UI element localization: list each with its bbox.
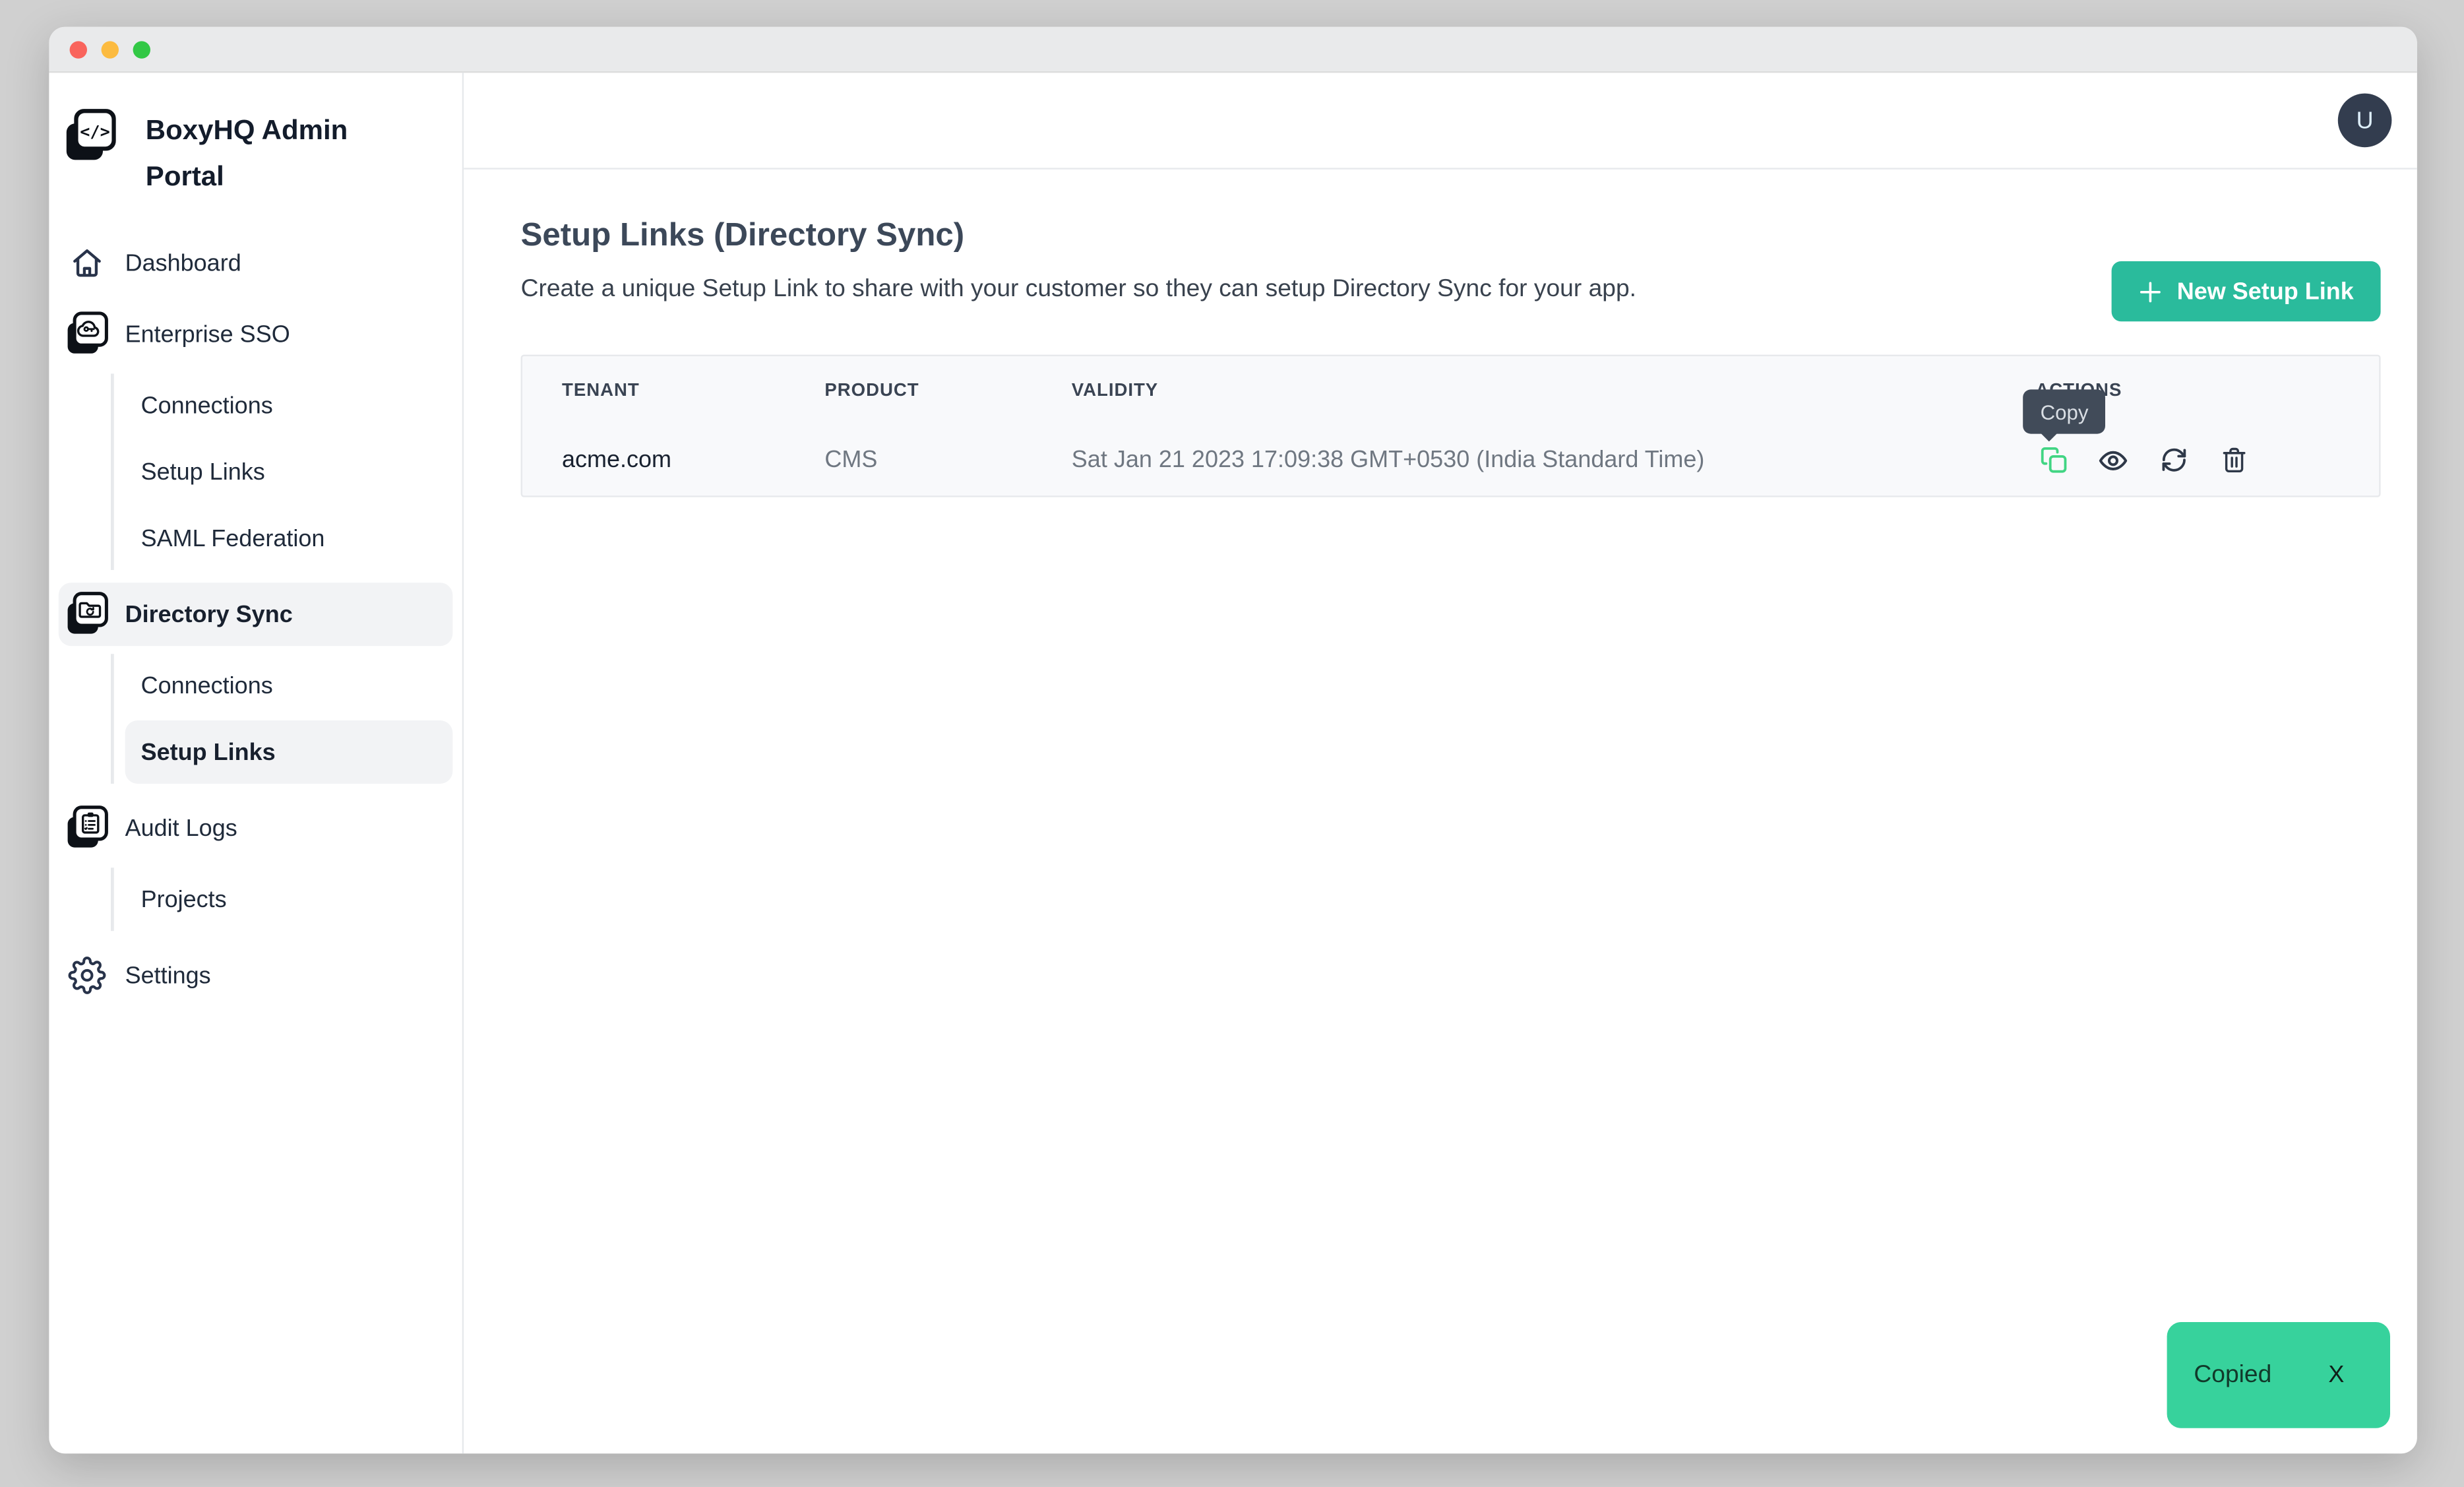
refresh-icon — [2158, 445, 2188, 475]
copy-link-button[interactable] — [2035, 443, 2070, 478]
sidebar-item-label: Audit Logs — [125, 815, 237, 842]
product-cell: CMS — [824, 447, 1071, 474]
sidebar-item-audit-logs[interactable]: Audit Logs — [59, 796, 453, 860]
sidebar-subitem-sso-connections[interactable]: Connections — [125, 373, 453, 437]
toast-close-button[interactable]: X — [2328, 1362, 2344, 1389]
page-title: Setup Links (Directory Sync) — [521, 217, 2381, 255]
minimize-window-button[interactable] — [102, 40, 119, 57]
sidebar: </> BoxyHQ Admin Portal — [49, 73, 464, 1453]
sidebar-item-label: Directory Sync — [125, 601, 293, 628]
sidebar-subitem-sso-setup-links[interactable]: Setup Links — [125, 440, 453, 503]
toast-message: Copied — [2194, 1361, 2271, 1389]
eye-icon — [2097, 444, 2129, 476]
setup-links-table: TENANT PRODUCT VALIDITY ACTIONS acme.com… — [521, 355, 2381, 497]
gear-icon — [65, 957, 109, 995]
validity-cell: Sat Jan 21 2023 17:09:38 GMT+0530 (India… — [1072, 447, 2036, 474]
audit-logs-subgroup: Projects — [111, 868, 452, 931]
boxyhq-logo-icon: </> — [63, 108, 117, 164]
view-link-button[interactable] — [2096, 443, 2131, 478]
window-titlebar — [49, 27, 2417, 73]
sidebar-item-label: Settings — [125, 962, 211, 989]
home-icon — [65, 244, 109, 282]
topbar: U — [464, 73, 2417, 169]
clipboard-list-icon — [65, 804, 109, 852]
row-actions — [2035, 443, 2339, 478]
sidebar-item-directory-sync[interactable]: Directory Sync — [59, 583, 453, 646]
close-window-button[interactable] — [70, 40, 87, 57]
zoom-window-button[interactable] — [133, 40, 150, 57]
screen: </> BoxyHQ Admin Portal — [0, 0, 2464, 1487]
delete-link-button[interactable] — [2216, 443, 2251, 478]
sidebar-subitem-projects[interactable]: Projects — [125, 868, 453, 931]
sso-cloud-key-icon — [65, 310, 109, 358]
page-head: Setup Links (Directory Sync) Create a un… — [521, 217, 2381, 304]
column-header-tenant: TENANT — [562, 381, 824, 400]
folder-sync-icon — [65, 590, 109, 638]
main-area: U Setup Links (Directory Sync) Create a … — [464, 73, 2417, 1453]
column-header-product: PRODUCT — [824, 381, 1071, 400]
sidebar-item-label: Dashboard — [125, 249, 241, 276]
sidebar-item-label: Enterprise SSO — [125, 321, 290, 348]
sidebar-subitem-saml-federation[interactable]: SAML Federation — [125, 507, 453, 570]
content: Setup Links (Directory Sync) Create a un… — [464, 170, 2417, 1453]
plus-icon — [2139, 280, 2163, 303]
app-logo-row: </> BoxyHQ Admin Portal — [63, 108, 448, 199]
directory-sync-subgroup: Connections Setup Links — [111, 654, 452, 784]
enterprise-sso-subgroup: Connections Setup Links SAML Federation — [111, 373, 452, 570]
user-avatar[interactable]: U — [2338, 94, 2392, 148]
sidebar-nav: Dashboard Enterprise SSO — [59, 231, 453, 1007]
svg-text:</>: </> — [80, 122, 110, 141]
table-row: acme.com CMS Sat Jan 21 2023 17:09:38 GM… — [522, 424, 2379, 495]
regenerate-link-button[interactable] — [2156, 443, 2191, 478]
sidebar-item-enterprise-sso[interactable]: Enterprise SSO — [59, 302, 453, 365]
app-title: BoxyHQ Admin Portal — [146, 108, 367, 199]
new-setup-link-label: New Setup Link — [2177, 278, 2354, 305]
tenant-cell: acme.com — [562, 447, 824, 474]
sidebar-subitem-dsync-setup-links[interactable]: Setup Links — [125, 720, 453, 784]
app-window: </> BoxyHQ Admin Portal — [49, 27, 2417, 1453]
trash-icon — [2219, 445, 2249, 475]
column-header-validity: VALIDITY — [1072, 381, 2036, 400]
copy-tooltip: Copy — [2023, 389, 2106, 433]
copy-icon — [2038, 445, 2068, 475]
sidebar-item-settings[interactable]: Settings — [59, 943, 453, 1007]
page-description: Create a unique Setup Link to share with… — [521, 276, 2381, 304]
sidebar-item-dashboard[interactable]: Dashboard — [59, 231, 453, 294]
new-setup-link-button[interactable]: New Setup Link — [2112, 261, 2380, 321]
copied-toast: Copied X — [2167, 1322, 2390, 1428]
sidebar-subitem-dsync-connections[interactable]: Connections — [125, 654, 453, 717]
